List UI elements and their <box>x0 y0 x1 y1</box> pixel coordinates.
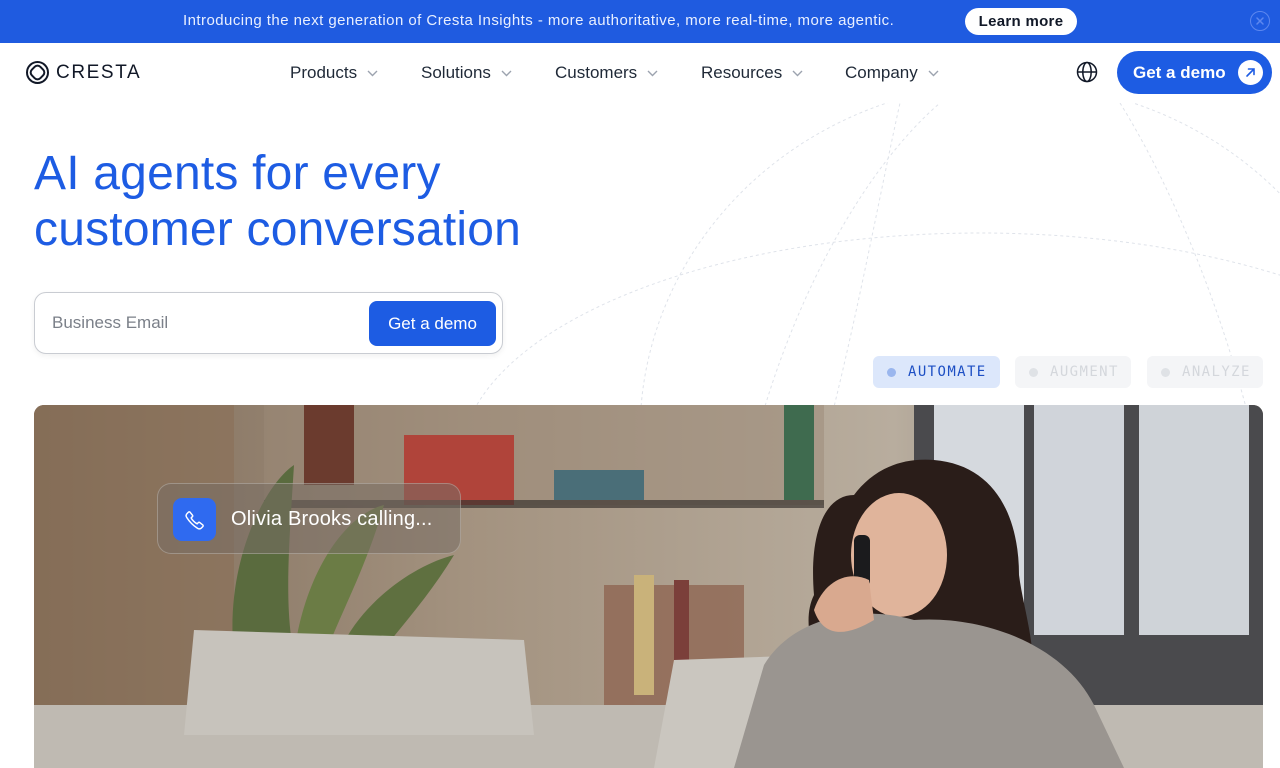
nav-customers[interactable]: Customers <box>555 63 658 83</box>
demo-button-label: Get a demo <box>1133 62 1226 82</box>
business-email-input[interactable] <box>52 313 352 333</box>
announcement-text: Introducing the next generation of Crest… <box>183 12 895 29</box>
tab-automate[interactable]: AUTOMATE <box>873 356 1000 388</box>
headline-line-2: customer conversation <box>34 203 522 256</box>
caller-text: Olivia Brooks calling... <box>231 508 433 530</box>
chevron-down-icon <box>792 70 803 76</box>
close-icon[interactable] <box>1250 11 1270 31</box>
get-a-demo-button[interactable]: Get a demo <box>1117 51 1272 94</box>
globe-icon[interactable] <box>1075 60 1099 89</box>
nav-item-label: Resources <box>701 63 783 82</box>
nav-products[interactable]: Products <box>290 63 378 83</box>
tab-dot <box>1161 367 1170 377</box>
tab-dot <box>887 367 896 377</box>
chevron-down-icon <box>928 70 939 76</box>
form-get-a-demo-button[interactable]: Get a demo <box>369 301 496 346</box>
nav-resources[interactable]: Resources <box>701 63 803 83</box>
hero-scene-image <box>34 405 1263 768</box>
tab-analyze[interactable]: ANALYZE <box>1147 356 1263 388</box>
nav-item-label: Products <box>290 63 358 82</box>
chevron-down-icon <box>501 70 512 76</box>
nav-item-label: Customers <box>555 63 638 82</box>
arrow-up-right-icon <box>1238 60 1263 85</box>
phone-icon <box>173 498 216 541</box>
cresta-logo-icon <box>25 60 50 85</box>
nav-company[interactable]: Company <box>845 63 939 83</box>
hero-video[interactable] <box>34 405 1263 768</box>
announcement-bar: Introducing the next generation of Crest… <box>0 0 1280 43</box>
chevron-down-icon <box>647 70 658 76</box>
nav-item-label: Solutions <box>421 63 491 82</box>
tab-label: AUGMENT <box>1050 364 1119 380</box>
main-nav: CRESTA Products Solutions Customers Reso… <box>0 43 1280 103</box>
logo-text: CRESTA <box>56 61 142 83</box>
learn-more-button[interactable]: Learn more <box>965 8 1077 35</box>
nav-solutions[interactable]: Solutions <box>421 63 512 83</box>
tab-label: AUTOMATE <box>908 364 987 380</box>
headline-line-1: AI agents for every <box>34 147 441 200</box>
tab-label: ANALYZE <box>1182 364 1251 380</box>
logo[interactable]: CRESTA <box>25 60 141 85</box>
tab-dot <box>1029 367 1038 377</box>
chevron-down-icon <box>367 70 378 76</box>
nav-item-label: Company <box>845 63 918 82</box>
tab-augment[interactable]: AUGMENT <box>1015 356 1131 388</box>
incoming-call-card: Olivia Brooks calling... <box>157 483 461 554</box>
hero-headline: AI agents for every customer conversatio… <box>34 146 521 258</box>
email-form: Get a demo <box>34 292 503 354</box>
